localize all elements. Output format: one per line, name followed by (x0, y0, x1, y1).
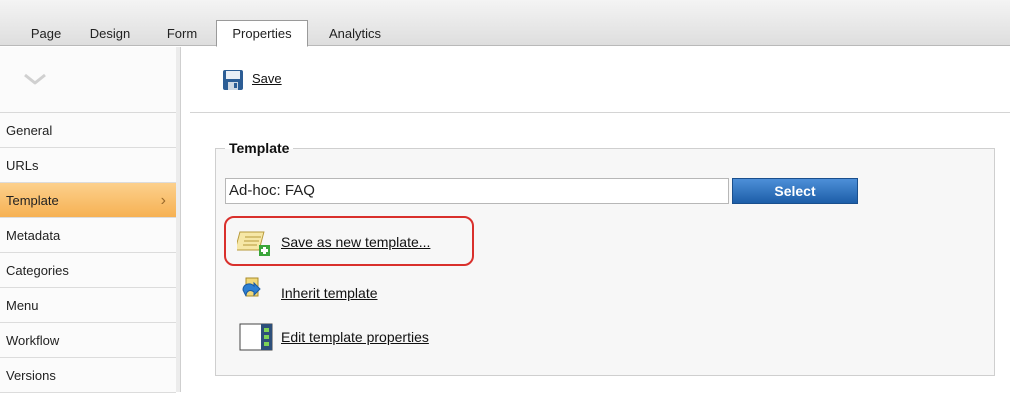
inherit-template-link[interactable]: Inherit template (281, 285, 378, 301)
tab-form[interactable]: Form (160, 22, 204, 46)
toolbar: Save (190, 47, 1010, 113)
sidebar-item-versions[interactable]: Versions (0, 358, 176, 393)
sidebar-item-template[interactable]: Template › (0, 183, 176, 218)
sidebar-item-general[interactable]: General (0, 113, 176, 148)
sidebar-item-label: Metadata (6, 228, 61, 243)
sidebar-item-categories[interactable]: Categories (0, 253, 176, 288)
sidebar-item-label: Versions (6, 368, 56, 383)
sidebar: General URLs Template › Metadata Categori… (0, 47, 181, 393)
floppy-disk-icon[interactable] (222, 69, 244, 91)
sidebar-item-workflow[interactable]: Workflow (0, 323, 176, 358)
sidebar-item-label: General (6, 123, 53, 138)
tab-bar: Page Design Form Properties Analytics (0, 0, 1010, 47)
save-template-icon[interactable] (237, 228, 273, 258)
tab-design[interactable]: Design (78, 22, 142, 46)
chevron-down-icon[interactable] (22, 71, 48, 87)
template-properties-icon[interactable] (239, 323, 273, 351)
sidebar-item-label: Workflow (6, 333, 60, 348)
tab-analytics[interactable]: Analytics (316, 22, 394, 46)
sidebar-item-label: Template (6, 193, 59, 208)
edit-template-properties-link[interactable]: Edit template properties (281, 329, 429, 345)
chevron-right-icon: › (160, 192, 166, 209)
sidebar-item-label: Menu (6, 298, 39, 313)
save-button[interactable]: Save (252, 71, 282, 86)
sidebar-item-menu[interactable]: Menu (0, 288, 176, 323)
sidebar-item-label: Categories (6, 263, 69, 278)
sidebar-collapse[interactable] (0, 47, 176, 113)
tab-properties[interactable]: Properties (216, 20, 308, 47)
select-button[interactable]: Select (732, 178, 858, 204)
template-name-field[interactable]: Ad-hoc: FAQ (225, 178, 729, 204)
sidebar-item-urls[interactable]: URLs (0, 148, 176, 183)
inherit-icon[interactable] (240, 276, 264, 304)
sidebar-item-metadata[interactable]: Metadata (0, 218, 176, 253)
sidebar-item-label: URLs (6, 158, 39, 173)
tab-page[interactable]: Page (24, 22, 68, 46)
template-legend: Template (225, 140, 294, 156)
save-as-new-template-link[interactable]: Save as new template... (281, 234, 430, 250)
